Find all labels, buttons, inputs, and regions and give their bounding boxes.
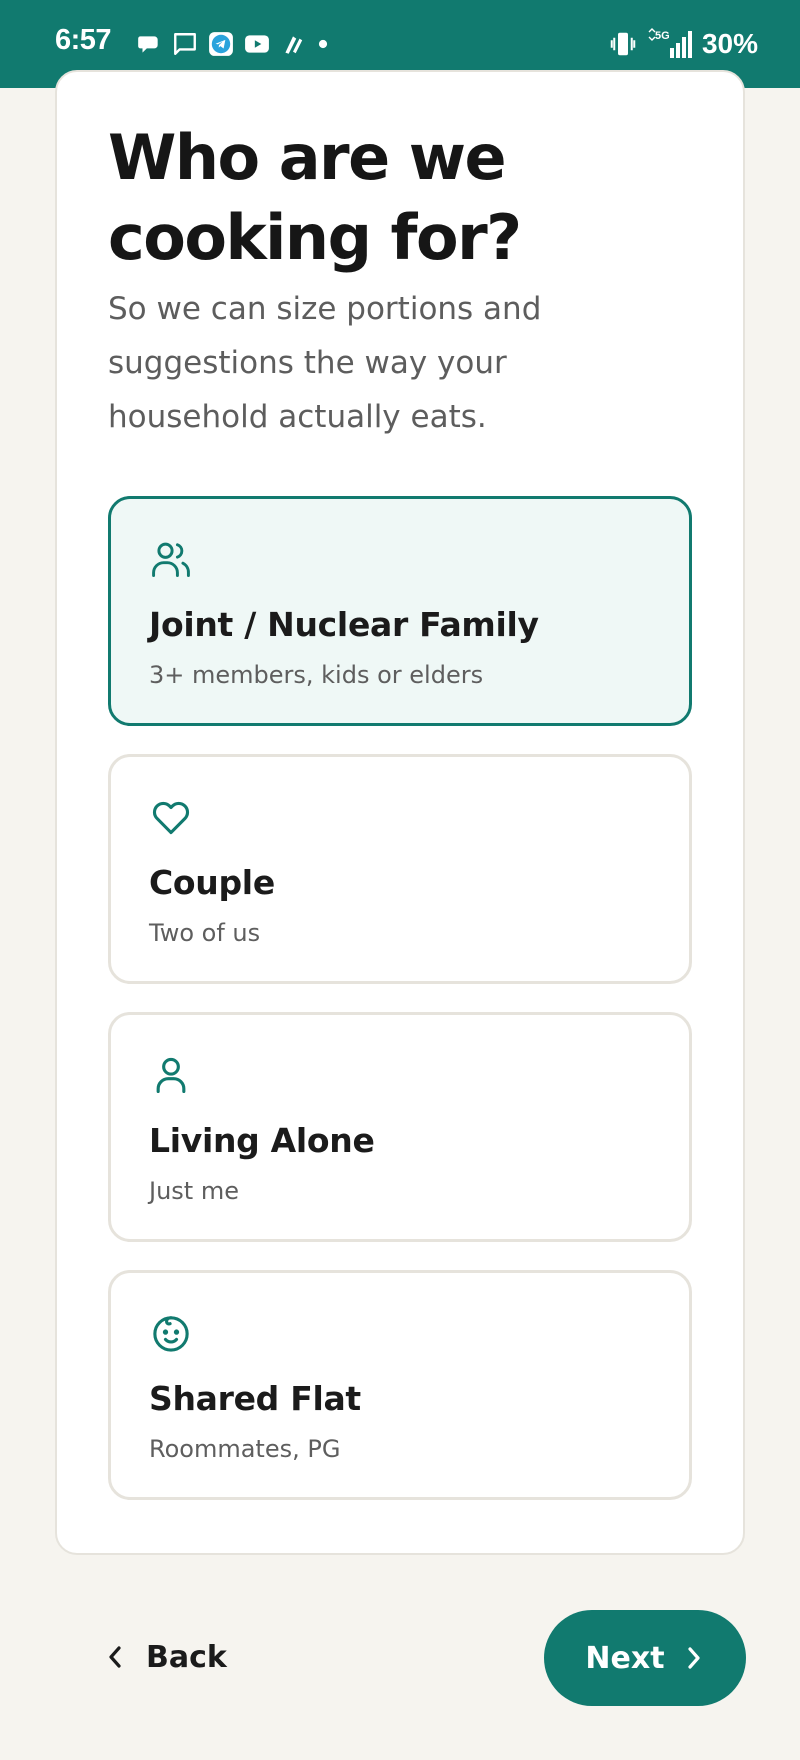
next-button[interactable]: Next bbox=[544, 1610, 746, 1706]
users-icon bbox=[152, 542, 190, 577]
status-time: 6:57 bbox=[55, 24, 112, 56]
option-description: Roommates, PG bbox=[149, 1435, 341, 1463]
page-title: Who are we cooking for? bbox=[108, 121, 522, 274]
option-joint-nuclear-family[interactable]: Joint / Nuclear Family 3+ members, kids … bbox=[108, 496, 692, 726]
telegram-icon bbox=[209, 32, 233, 56]
option-description: Just me bbox=[149, 1177, 239, 1205]
heart-icon bbox=[152, 801, 190, 835]
page-subtitle: So we can size portions and suggestions … bbox=[108, 291, 542, 435]
user-icon bbox=[156, 1057, 186, 1094]
signal-icon: 5G bbox=[648, 28, 692, 58]
back-button[interactable]: Back bbox=[104, 1622, 227, 1692]
chevron-right-icon bbox=[687, 1647, 700, 1669]
battery-level: 30% bbox=[701, 28, 758, 59]
dot-icon bbox=[318, 39, 328, 49]
option-description: Two of us bbox=[149, 919, 261, 947]
network-type: 5G bbox=[655, 30, 670, 42]
chat-bubble-icon bbox=[138, 36, 158, 53]
option-title: Living Alone bbox=[149, 1121, 375, 1160]
system-icons: 5G 30% bbox=[608, 24, 758, 64]
option-couple[interactable]: Couple Two of us bbox=[108, 754, 692, 984]
option-living-alone[interactable]: Living Alone Just me bbox=[108, 1012, 692, 1242]
back-button-label: Back bbox=[146, 1639, 227, 1675]
option-shared-flat[interactable]: Shared Flat Roommates, PG bbox=[108, 1270, 692, 1500]
option-title: Shared Flat bbox=[149, 1379, 361, 1418]
message-icon bbox=[174, 33, 196, 55]
smiley-icon bbox=[153, 1316, 189, 1352]
youtube-icon bbox=[245, 35, 269, 53]
next-button-label: Next bbox=[585, 1640, 665, 1676]
option-description: 3+ members, kids or elders bbox=[149, 661, 484, 689]
app-icon bbox=[285, 36, 303, 54]
notification-icons bbox=[136, 30, 330, 58]
vibrate-icon bbox=[610, 32, 636, 56]
chevron-left-icon bbox=[109, 1646, 121, 1668]
option-title: Joint / Nuclear Family bbox=[149, 605, 539, 644]
option-title: Couple bbox=[149, 863, 275, 902]
